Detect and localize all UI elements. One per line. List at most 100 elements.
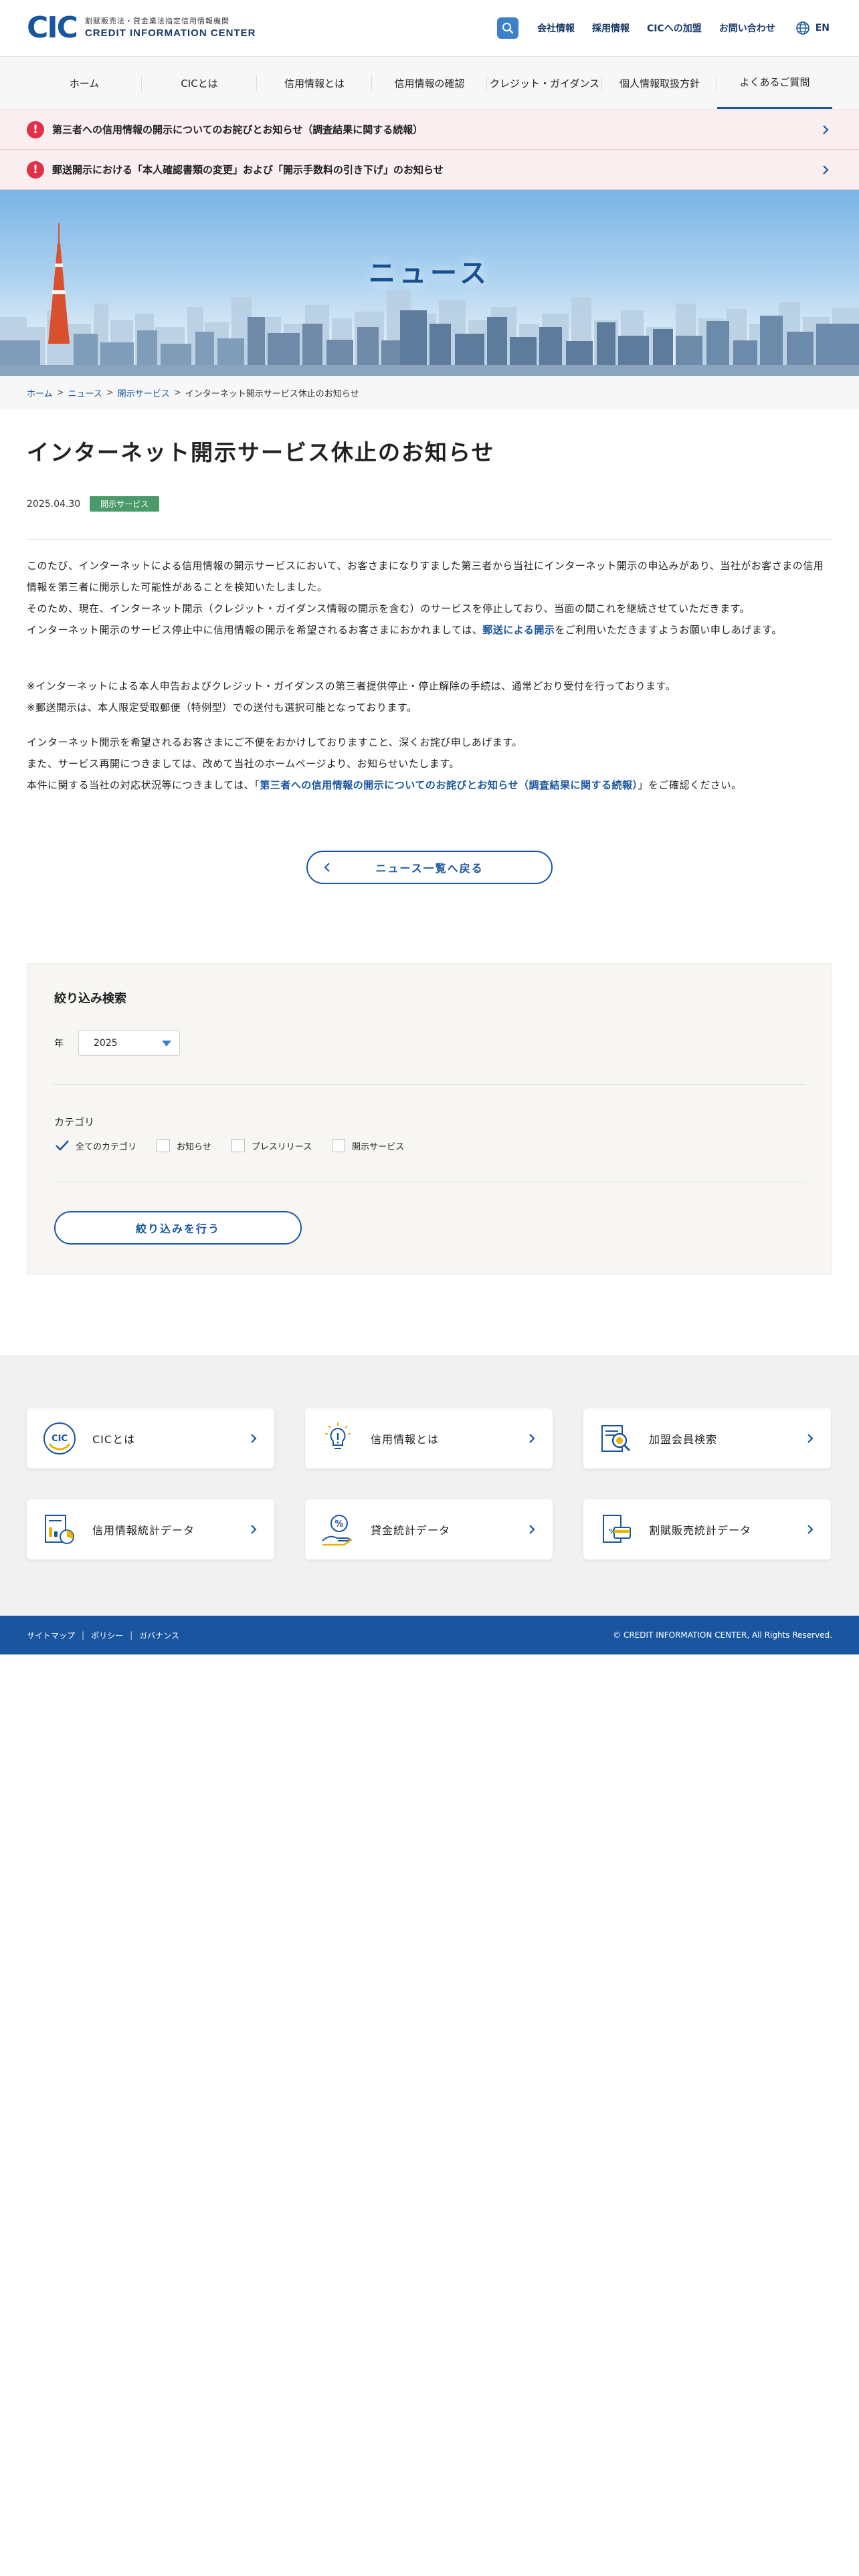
apology-notice-link[interactable]: 第三者への信用情報の開示についてのお詫びとお知らせ（調査結果に関する続報） bbox=[260, 779, 638, 791]
chevron-left-icon bbox=[324, 863, 330, 872]
filter-submit-button[interactable]: 絞り込みを行う bbox=[54, 1211, 302, 1245]
alert-banner-1[interactable]: ! 第三者への信用情報の開示についてのお詫びとお知らせ（調査結果に関する続報） bbox=[0, 110, 859, 150]
alert-icon: ! bbox=[27, 120, 44, 138]
paragraph-line: ※郵送開示は、本人限定受取郵便（特例型）での送付も選択可能となっております。 bbox=[27, 702, 417, 714]
breadcrumb-separator: > bbox=[173, 387, 181, 398]
category-checkbox-press[interactable]: プレスリリース bbox=[231, 1139, 312, 1152]
installment-statistics-icon: % bbox=[603, 1515, 631, 1543]
nav-item-credit-guidance[interactable]: クレジット・ガイダンス bbox=[487, 57, 602, 109]
site-header: CIC 割賦販売法・貸金業法指定信用情報機関 CREDIT INFORMATIO… bbox=[0, 0, 859, 56]
member-search-icon bbox=[601, 1425, 631, 1452]
logo-text: 割賦販売法・貸金業法指定信用情報機関 CREDIT INFORMATION CE… bbox=[85, 16, 256, 40]
language-label: EN bbox=[815, 23, 830, 33]
globe-icon bbox=[795, 21, 809, 35]
category-tag: 開示サービス bbox=[90, 496, 160, 512]
breadcrumb-separator: > bbox=[56, 387, 64, 398]
year-filter: 年 2025 bbox=[54, 1031, 180, 1056]
chevron-right-icon bbox=[823, 124, 829, 134]
paragraph-line: インターネット開示のサービス停止中に信用情報の開示を希望されるお客さまにおかれま… bbox=[27, 619, 832, 641]
checkbox-label: 開示サービス bbox=[352, 1142, 405, 1152]
search-button[interactable] bbox=[496, 17, 518, 39]
copyright: © CREDIT INFORMATION CENTER, All Rights … bbox=[613, 1630, 832, 1640]
util-link-membership[interactable]: CICへの加盟 bbox=[647, 21, 702, 35]
nav-item-about-cic[interactable]: CICとは bbox=[142, 57, 257, 109]
category-checkbox-notice[interactable]: お知らせ bbox=[157, 1139, 211, 1152]
alert-text: 郵送開示における「本人確認書類の変更」および「開示手数料の引き下げ」のお知らせ bbox=[52, 164, 444, 176]
category-checkboxes: 全てのカテゴリ お知らせ プレスリリース 開示サービス bbox=[54, 1139, 424, 1152]
category-label: カテゴリ bbox=[54, 1116, 95, 1128]
checkbox-label: プレスリリース bbox=[251, 1142, 312, 1152]
nav-item-privacy[interactable]: 個人情報取扱方針 bbox=[602, 57, 717, 109]
nav-item-check-credit[interactable]: 信用情報の確認 bbox=[372, 57, 487, 109]
checkbox-box bbox=[157, 1139, 171, 1152]
caret-down-icon bbox=[162, 1041, 171, 1047]
chevron-right-icon bbox=[807, 1525, 814, 1534]
chevron-right-icon bbox=[529, 1434, 535, 1443]
footer-links: サイトマップ | ポリシー | ガバナンス bbox=[27, 1630, 179, 1641]
lightbulb-icon bbox=[325, 1422, 351, 1449]
chevron-right-icon bbox=[529, 1525, 535, 1534]
quick-link-label: 信用情報とは bbox=[371, 1433, 440, 1446]
alert-text: 第三者への信用情報の開示についてのお詫びとお知らせ（調査結果に関する続報） bbox=[52, 124, 423, 136]
paragraph-line: そのため、現在、インターネット開示（クレジット・ガイダンス情報の開示を含む）のサ… bbox=[27, 603, 751, 615]
text-segment: 本件に関する当社の対応状況等につきましては、「 bbox=[27, 779, 260, 791]
filter-panel: 絞り込み検索 年 2025 カテゴリ 全てのカテゴリ お知らせ プレスリリース … bbox=[27, 963, 832, 1275]
nav-item-home[interactable]: ホーム bbox=[27, 57, 142, 109]
quick-link-credit-info[interactable]: 信用情報とは bbox=[305, 1408, 553, 1469]
quick-link-member-search[interactable]: 加盟会員検索 bbox=[583, 1408, 831, 1469]
quick-link-credit-statistics[interactable]: 信用情報統計データ bbox=[27, 1499, 274, 1560]
quick-links-section: CIC CICとは 信用情報とは 加盟会員検索 信用情報統計データ % 貸金統計… bbox=[0, 1355, 859, 1616]
category-checkbox-disclosure[interactable]: 開示サービス bbox=[332, 1139, 404, 1152]
checkbox-box bbox=[231, 1139, 245, 1152]
article-paragraph-2: ※インターネットによる本人申告およびクレジット・ガイダンスの第三者提供停止・停止… bbox=[27, 675, 832, 718]
article-paragraph-3: インターネット開示を希望されるお客さまにご不便をおかけしておりますこと、深くお詫… bbox=[27, 732, 832, 796]
footer-link-sitemap[interactable]: サイトマップ bbox=[27, 1630, 75, 1641]
nav-item-faq[interactable]: よくあるご質問 bbox=[717, 57, 832, 109]
logo-mark: CIC bbox=[27, 11, 78, 45]
util-link-company[interactable]: 会社情報 bbox=[537, 21, 575, 35]
alert-icon: ! bbox=[27, 160, 44, 179]
alert-banner-2[interactable]: ! 郵送開示における「本人確認書類の変更」および「開示手数料の引き下げ」のお知ら… bbox=[0, 150, 859, 190]
quick-link-installment-statistics[interactable]: % 割賦販売統計データ bbox=[583, 1499, 831, 1560]
utility-nav: 会社情報 採用情報 CICへの加盟 お問い合わせ EN bbox=[496, 17, 830, 39]
back-to-news-button[interactable]: ニュース一覧へ戻る bbox=[306, 851, 553, 884]
back-button-label: ニュース一覧へ戻る bbox=[375, 862, 484, 875]
cic-logo-icon: CIC bbox=[43, 1422, 76, 1455]
checkbox-box bbox=[332, 1139, 346, 1152]
quick-link-about-cic[interactable]: CIC CICとは bbox=[27, 1408, 274, 1469]
chevron-right-icon bbox=[823, 165, 829, 175]
site-footer: サイトマップ | ポリシー | ガバナンス © CREDIT INFORMATI… bbox=[0, 1616, 859, 1654]
year-select-value: 2025 bbox=[94, 1038, 118, 1049]
paragraph-line: また、サービス再開につきましては、改めて当社のホームページより、お知らせいたしま… bbox=[27, 758, 460, 770]
article-paragraph-1: このたび、インターネットによる信用情報の開示サービスにおいて、お客さまになりすま… bbox=[27, 555, 832, 641]
category-checkbox-all[interactable]: 全てのカテゴリ bbox=[54, 1139, 136, 1152]
language-switch[interactable]: EN bbox=[795, 21, 830, 35]
quick-link-loan-statistics[interactable]: % 貸金統計データ bbox=[305, 1499, 553, 1560]
svg-text:%: % bbox=[335, 1519, 343, 1529]
quick-link-label: 割賦販売統計データ bbox=[649, 1524, 752, 1537]
text-segment: 」をご確認ください。 bbox=[638, 779, 742, 791]
footer-link-governance[interactable]: ガバナンス bbox=[139, 1630, 179, 1641]
filter-title: 絞り込み検索 bbox=[54, 992, 126, 1006]
article-date: 2025.04.30 bbox=[27, 498, 81, 510]
nav-item-credit-info[interactable]: 信用情報とは bbox=[257, 57, 372, 109]
search-icon bbox=[502, 23, 514, 34]
text-segment: をご利用いただきますようお願い申しあげます。 bbox=[555, 624, 782, 636]
footer-link-policy[interactable]: ポリシー bbox=[91, 1630, 123, 1641]
chevron-right-icon bbox=[807, 1434, 814, 1443]
util-link-recruit[interactable]: 採用情報 bbox=[592, 21, 630, 35]
breadcrumb-link-news[interactable]: ニュース bbox=[68, 387, 102, 399]
loan-statistics-icon: % bbox=[322, 1515, 353, 1546]
site-logo[interactable]: CIC 割賦販売法・貸金業法指定信用情報機関 CREDIT INFORMATIO… bbox=[27, 13, 256, 43]
footer-separator: | bbox=[130, 1630, 133, 1640]
year-select[interactable]: 2025 bbox=[78, 1031, 180, 1056]
breadcrumb-link-category[interactable]: 開示サービス bbox=[118, 387, 170, 399]
breadcrumb-link-home[interactable]: ホーム bbox=[27, 387, 53, 399]
breadcrumb-separator: > bbox=[106, 387, 114, 398]
filter-divider bbox=[54, 1084, 805, 1085]
quick-link-label: 信用情報統計データ bbox=[92, 1524, 195, 1537]
util-link-contact[interactable]: お問い合わせ bbox=[719, 21, 775, 35]
mail-disclosure-link[interactable]: 郵送による開示 bbox=[482, 624, 555, 636]
quick-link-label: CICとは bbox=[92, 1433, 136, 1446]
checkmark-icon bbox=[56, 1140, 69, 1151]
